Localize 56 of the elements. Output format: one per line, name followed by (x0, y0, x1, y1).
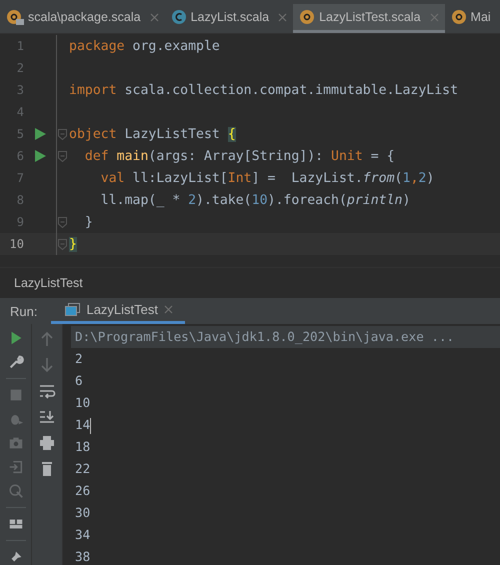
code-line: package org.example (69, 38, 220, 54)
code-line: ll.map(_ * 2).take(10).foreach(println) (100, 192, 410, 208)
line-number: 2 (16, 61, 24, 75)
code-line: } (84, 214, 93, 230)
run-icon[interactable] (34, 150, 46, 162)
tab-label: LazyList.scala (190, 10, 270, 24)
output-line: 10 (75, 394, 90, 412)
line-number: 5 (16, 127, 24, 141)
code-line: object LazyListTest { (69, 126, 236, 142)
close-icon[interactable] (430, 12, 439, 22)
tab-label: Mai (470, 10, 491, 24)
editor-tab[interactable]: LazyList.scala (164, 4, 294, 33)
run-label: Run: (10, 304, 38, 318)
output-line: 18 (75, 438, 90, 456)
tab-label: scala\package.scala (28, 10, 141, 24)
object-icon (450, 9, 467, 25)
soft-wrap-icon[interactable] (38, 382, 56, 400)
run-icon[interactable] (34, 128, 46, 140)
editor-tab[interactable]: scala\package.scala (0, 4, 165, 33)
editor-tab[interactable]: Mai (444, 4, 497, 33)
output-line: 38 (75, 548, 90, 565)
class-icon (170, 9, 187, 25)
scroll-to-end-icon[interactable] (38, 408, 56, 426)
line-number: 3 (16, 83, 24, 97)
code-line: val ll:LazyList[Int] = LazyList.from(1,2) (100, 170, 434, 186)
line-number: 8 (16, 193, 24, 207)
fold-marker-icon[interactable] (58, 216, 67, 228)
output-line: 26 (75, 482, 90, 500)
breadcrumb[interactable]: LazyListTest (14, 276, 83, 290)
tab-label: LazyListTest.scala (319, 10, 421, 24)
close-icon[interactable] (278, 12, 288, 22)
line-number: 4 (16, 105, 24, 119)
fold-marker-icon[interactable] (58, 128, 67, 140)
console-window-icon (65, 303, 80, 316)
object-folder-icon (6, 9, 24, 25)
line-number: 7 (16, 171, 24, 185)
output-line: 34 (75, 526, 90, 544)
close-icon[interactable] (150, 12, 159, 22)
output-line: 2 (75, 350, 83, 368)
text-caret (90, 418, 92, 434)
output-line: 30 (75, 504, 90, 522)
output-line: 6 (75, 372, 83, 390)
output-line: 14 (75, 416, 92, 436)
line-number: 6 (16, 149, 24, 163)
code-line: import scala.collection.compat.immutable.LazyList (69, 82, 458, 98)
line-number: 9 (16, 215, 24, 229)
object-icon (299, 9, 316, 25)
print-icon[interactable] (38, 434, 56, 452)
code-line: def main(args: Array[String]): Unit = { (84, 148, 395, 164)
line-number: 1 (16, 39, 24, 53)
editor-tab[interactable]: LazyListTest.scala (293, 4, 445, 33)
line-number: 10 (8, 237, 24, 251)
output-line: 22 (75, 460, 90, 478)
fold-marker-icon[interactable] (58, 238, 67, 250)
fold-marker-icon[interactable] (58, 150, 67, 162)
close-icon[interactable] (164, 305, 174, 314)
